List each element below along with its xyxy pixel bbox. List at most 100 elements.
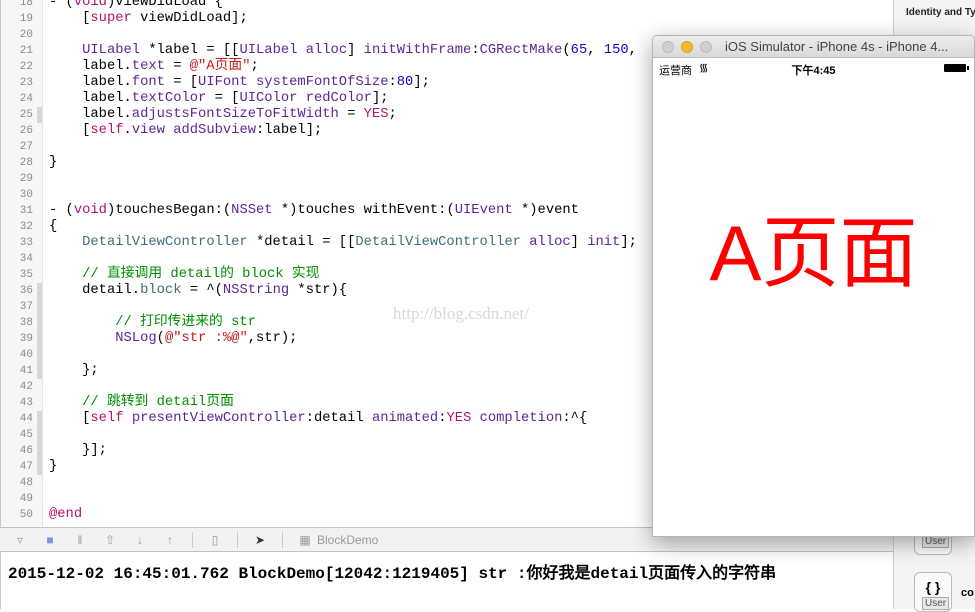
line-number: 50 xyxy=(19,509,33,521)
code-line[interactable]: { xyxy=(49,219,57,235)
code-token: text xyxy=(131,59,165,74)
code-line[interactable]: } xyxy=(49,155,57,171)
code-line[interactable]: label.adjustsFontSizeToFitWidth = YES; xyxy=(49,107,397,123)
code-line[interactable]: label.textColor = [UIColor redColor]; xyxy=(49,91,389,107)
code-token: font xyxy=(131,75,165,90)
code-token: label. xyxy=(49,107,132,122)
line-number: 47 xyxy=(19,461,33,473)
code-token: : xyxy=(471,43,480,58)
code-line[interactable]: } xyxy=(49,459,57,475)
code-line[interactable]: }]; xyxy=(49,443,107,459)
change-marker xyxy=(37,443,42,459)
code-token: super xyxy=(90,11,132,26)
view-hierarchy-icon[interactable]: ▯ xyxy=(207,533,223,547)
code-line[interactable]: NSLog(@"str :%@",str); xyxy=(49,331,297,347)
pause-icon[interactable]: ‖ xyxy=(72,533,88,547)
minimize-button[interactable] xyxy=(681,40,693,53)
code-token: , xyxy=(587,43,604,58)
line-number-gutter: 18 19 20 21 22 23 24 25 26 27 28 29 30 31 32 33 34 35 36 37… xyxy=(1,0,43,527)
code-token: presentViewController xyxy=(131,411,306,426)
code-line[interactable]: // 打印传进来的 str xyxy=(49,315,256,331)
code-token: label. xyxy=(49,59,132,74)
line-number: 46 xyxy=(19,445,33,457)
code-token: )viewDidLoad { xyxy=(106,0,223,10)
code-line[interactable]: - (void)touchesBegan:(NSSet *)touches wi… xyxy=(49,203,579,219)
code-line[interactable]: }; xyxy=(49,363,99,379)
code-line[interactable]: [self.view addSubview:label]; xyxy=(49,123,322,139)
code-line[interactable]: DetailViewController *detail = [[DetailV… xyxy=(49,235,637,251)
code-token: @end xyxy=(49,507,83,522)
code-token: // 直接调用 detail的 block 实现 xyxy=(49,267,320,282)
line-number: 48 xyxy=(19,477,33,489)
code-token: alloc xyxy=(529,235,571,250)
code-token: ; xyxy=(250,59,259,74)
change-marker xyxy=(37,299,42,315)
zoom-button[interactable] xyxy=(700,40,712,53)
code-token: { xyxy=(49,219,58,234)
library-item-tag: User xyxy=(922,597,950,610)
code-token: init xyxy=(587,235,621,250)
line-number: 18 xyxy=(19,0,33,9)
code-token: ]; xyxy=(371,91,389,106)
code-line[interactable]: label.font = [UIFont systemFontOfSize:80… xyxy=(49,75,430,91)
code-token: , xyxy=(628,43,637,58)
code-token: :label]; xyxy=(256,123,323,138)
code-token: DetailViewController xyxy=(82,235,248,250)
code-line[interactable]: @end xyxy=(49,507,82,523)
code-line[interactable]: [super viewDidLoad]; xyxy=(49,11,248,27)
code-line[interactable]: // 直接调用 detail的 block 实现 xyxy=(49,267,319,283)
close-button[interactable] xyxy=(662,40,674,53)
code-token: YES xyxy=(363,107,389,122)
ios-simulator-window[interactable]: iOS Simulator - iPhone 4s - iPhone 4... … xyxy=(652,35,975,537)
code-token: label. xyxy=(49,91,132,106)
code-token: ]; xyxy=(413,75,430,90)
breakpoints-toggle-icon[interactable]: ■ xyxy=(42,533,58,547)
line-number: 21 xyxy=(19,45,33,57)
code-token: : xyxy=(388,75,397,90)
code-token: )touchesBegan:( xyxy=(106,203,232,218)
code-token: = ^( xyxy=(181,283,223,298)
code-token: initWithFrame xyxy=(363,43,472,58)
step-out-icon[interactable]: ↑ xyxy=(162,533,178,547)
code-token: *detail = [[ xyxy=(247,235,356,250)
code-token: *)touches withEvent:( xyxy=(272,203,455,218)
line-number: 45 xyxy=(19,429,33,441)
code-token: @"A页面" xyxy=(189,59,251,74)
code-token: 65 xyxy=(570,43,588,58)
line-number: 22 xyxy=(19,61,33,73)
code-line[interactable]: [self presentViewController:detail anima… xyxy=(49,411,587,427)
line-number: 28 xyxy=(19,157,33,169)
hide-debug-area-icon[interactable]: ▿ xyxy=(12,533,28,547)
battery-icon xyxy=(944,64,969,72)
code-token: ] xyxy=(347,43,364,58)
simulator-title-bar[interactable]: iOS Simulator - iPhone 4s - iPhone 4... xyxy=(653,36,974,58)
code-line[interactable]: UILabel *label = [[UILabel alloc] initWi… xyxy=(49,43,637,59)
step-into-icon[interactable]: ↓ xyxy=(132,533,148,547)
console-output[interactable]: 2015-12-02 16:45:01.762 BlockDemo[12042:… xyxy=(0,552,893,609)
code-line[interactable]: - (void)viewDidLoad { xyxy=(49,0,223,11)
divider xyxy=(192,531,193,548)
code-token: = [ xyxy=(206,91,240,106)
location-icon[interactable]: ➤ xyxy=(252,533,268,547)
ios-status-bar: 运营商 ᯾ 下午4:45 xyxy=(653,58,974,78)
change-marker xyxy=(37,347,42,363)
step-over-icon[interactable]: ⇧ xyxy=(102,533,118,547)
line-number: 44 xyxy=(19,413,33,425)
code-token: *label = [[ xyxy=(140,43,240,58)
line-number: 43 xyxy=(19,397,33,409)
line-number: 24 xyxy=(19,93,33,105)
code-line[interactable]: label.text = @"A页面"; xyxy=(49,59,259,75)
debug-target-label[interactable]: BlockDemo xyxy=(317,533,378,547)
code-token: adjustsFontSizeToFitWidth xyxy=(131,107,339,122)
code-line[interactable]: // 跳转到 detail页面 xyxy=(49,395,234,411)
code-line[interactable]: detail.block = ^(NSString *str){ xyxy=(49,283,347,299)
code-token: NSSet xyxy=(231,203,273,218)
line-number: 29 xyxy=(19,173,33,185)
code-token: [ xyxy=(49,11,91,26)
code-token: CGRectMake xyxy=(479,43,563,58)
code-token: :^{ xyxy=(562,411,588,426)
code-token: } xyxy=(49,155,58,170)
code-token: 80 xyxy=(396,75,414,90)
code-token: *str){ xyxy=(289,283,348,298)
change-marker xyxy=(37,427,42,443)
